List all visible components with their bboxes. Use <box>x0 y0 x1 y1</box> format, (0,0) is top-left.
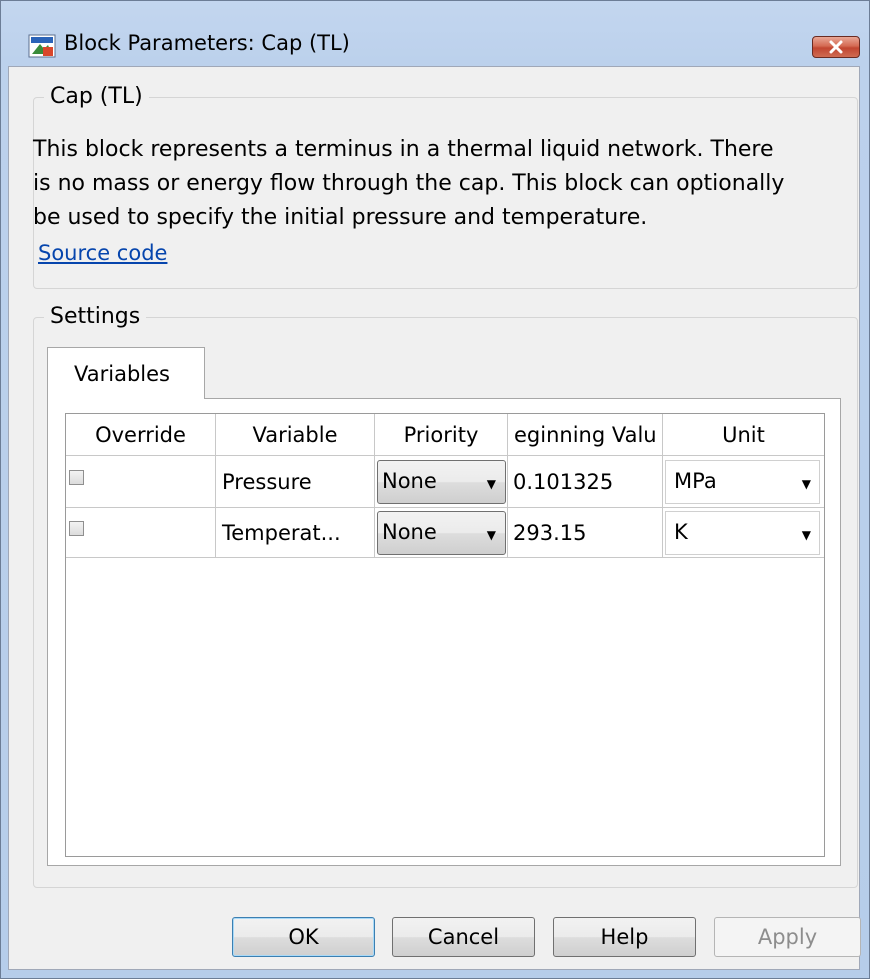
help-button[interactable]: Help <box>553 917 696 957</box>
unit-dropdown-value: MPa <box>674 469 717 493</box>
column-header-unit[interactable]: Unit <box>663 414 824 456</box>
simulink-block-icon <box>28 34 56 58</box>
column-header-variable[interactable]: Variable <box>216 414 375 456</box>
priority-dropdown[interactable]: None ▼ <box>377 511 506 555</box>
priority-dropdown[interactable]: None ▼ <box>377 460 506 504</box>
description-group-legend: Cap (TL) <box>44 84 149 109</box>
priority-dropdown-value: None <box>382 469 437 493</box>
priority-dropdown-value: None <box>382 520 437 544</box>
cancel-button[interactable]: Cancel <box>392 917 535 957</box>
column-header-priority[interactable]: Priority <box>375 414 508 456</box>
column-header-beginning-value[interactable]: eginning Valu <box>508 414 663 456</box>
variable-name-cell: Temperat... <box>216 508 375 558</box>
dropdown-arrow-icon: ▼ <box>801 477 811 491</box>
dropdown-arrow-icon: ▼ <box>801 528 811 542</box>
override-checkbox[interactable] <box>69 470 84 485</box>
close-button[interactable] <box>812 36 860 58</box>
block-description: This block represents a terminus in a th… <box>33 133 833 235</box>
window-title: Block Parameters: Cap (TL) <box>64 31 350 55</box>
tab-variables-label: Variables <box>74 362 170 386</box>
table-row-cell <box>66 508 216 558</box>
apply-button[interactable]: Apply <box>714 917 861 957</box>
description-line: be used to specify the initial pressure … <box>33 205 648 230</box>
unit-dropdown-value: K <box>674 520 688 544</box>
ok-button[interactable]: OK <box>232 917 375 957</box>
variables-table: Override Variable Priority eginning Valu… <box>65 413 825 857</box>
dropdown-arrow-icon: ▼ <box>486 477 496 491</box>
beginning-value-cell[interactable]: 293.15 <box>508 508 663 558</box>
table-row-cell <box>66 456 216 508</box>
dropdown-arrow-icon: ▼ <box>486 528 496 542</box>
beginning-value-cell[interactable]: 0.101325 <box>508 456 663 508</box>
source-code-link[interactable]: Source code <box>38 241 167 265</box>
settings-group-legend: Settings <box>44 304 147 329</box>
tab-variables[interactable]: Variables <box>47 347 205 399</box>
override-checkbox[interactable] <box>69 521 84 536</box>
unit-dropdown[interactable]: K ▼ <box>665 511 820 555</box>
variable-name-cell: Pressure <box>216 456 375 508</box>
title-bar[interactable]: Block Parameters: Cap (TL) <box>1 1 869 58</box>
description-line: This block represents a terminus in a th… <box>33 137 774 162</box>
column-header-override[interactable]: Override <box>66 414 216 456</box>
description-line: is no mass or energy flow through the ca… <box>33 171 785 196</box>
unit-dropdown[interactable]: MPa ▼ <box>665 460 820 504</box>
close-icon <box>829 40 843 54</box>
